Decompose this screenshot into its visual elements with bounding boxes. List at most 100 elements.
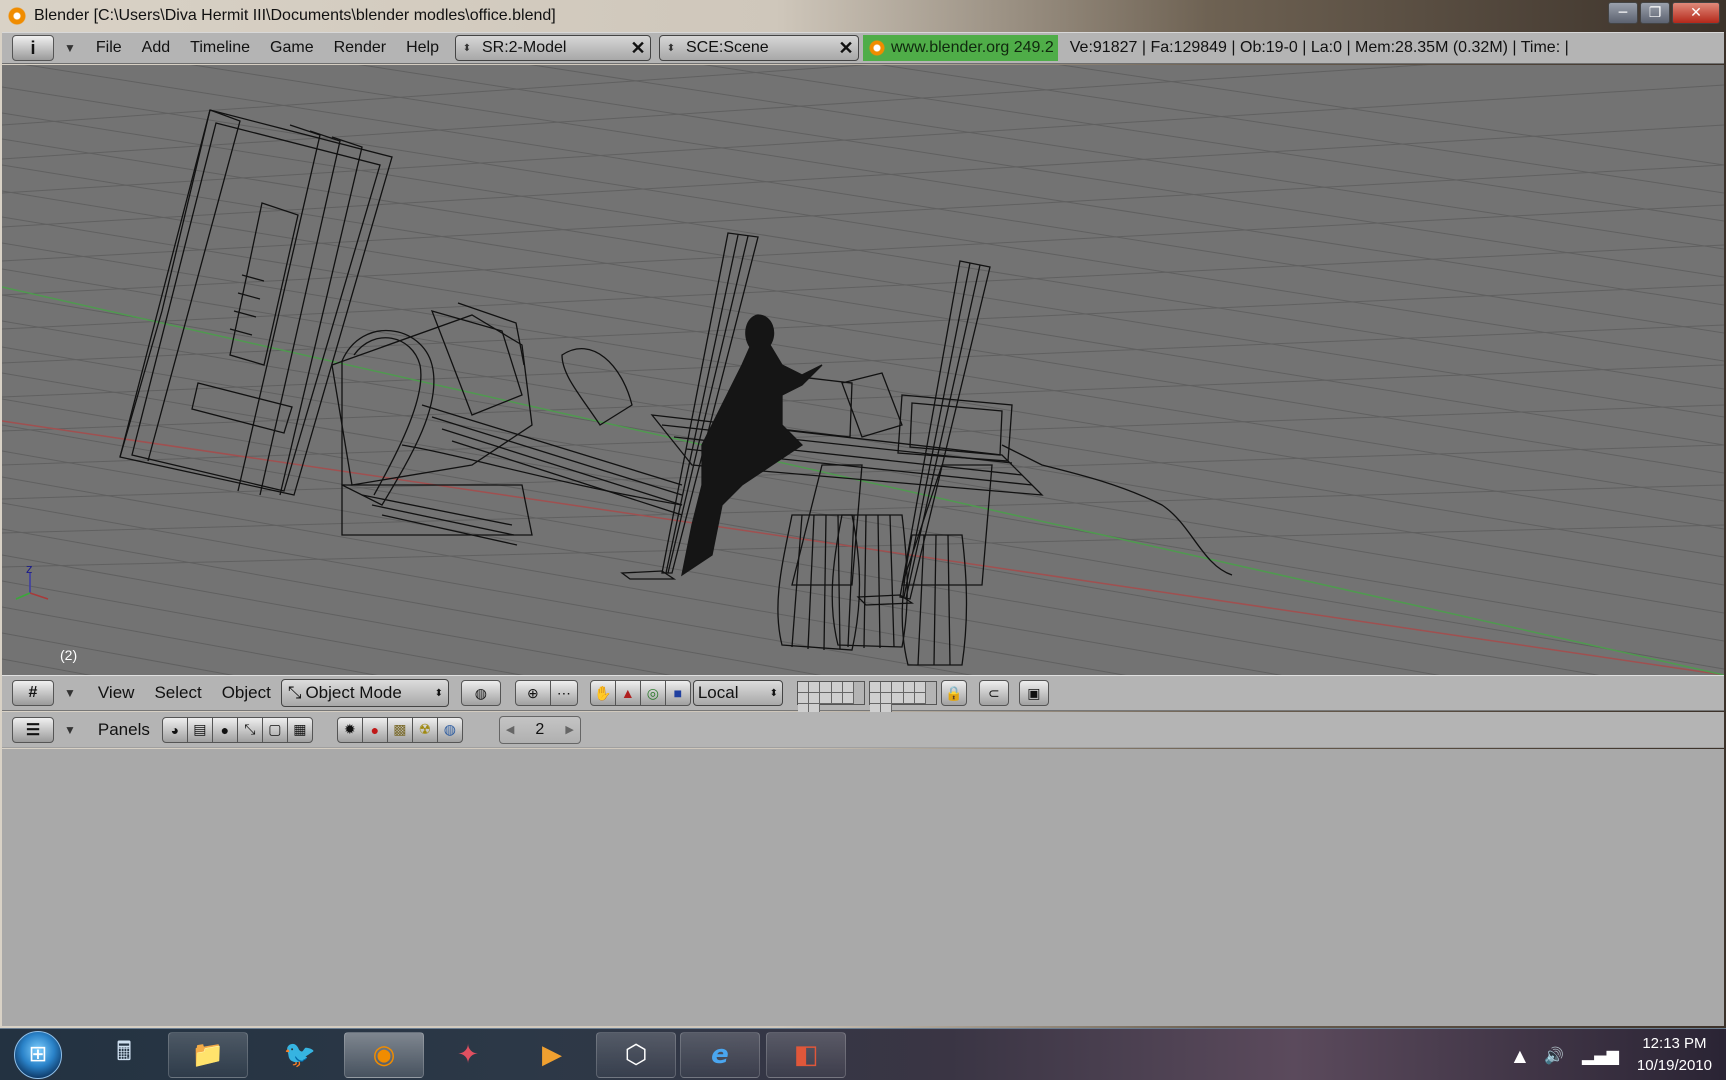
buttons-type-button[interactable]: ☰ [12, 716, 54, 743]
hand-icon: ✋ [594, 684, 612, 701]
delete-screen-button[interactable]: ✕ [626, 36, 650, 60]
radiosity-icon: ☢ [418, 721, 432, 737]
layer-buttons-2[interactable] [868, 681, 937, 715]
explorer-icon: 📁 [191, 1039, 225, 1070]
context-group: ◕ ▤ ● ⤡ ▢ ▦ [161, 716, 313, 743]
texture-button[interactable]: ▩ [386, 716, 413, 743]
start-button[interactable]: ⊞ [14, 1030, 62, 1079]
manipulator-toggle-button[interactable]: ✋ [589, 680, 616, 706]
script-icon: ▤ [193, 721, 207, 737]
taskbar-app-media-player[interactable]: ▶ [512, 1032, 592, 1078]
render-preview-button[interactable]: ▣ [1018, 680, 1049, 706]
taskbar-app-powerpoint[interactable]: ◧ [766, 1031, 846, 1078]
script-context-button[interactable]: ▤ [186, 716, 213, 743]
radiosity-button[interactable]: ☢ [411, 716, 438, 743]
blender-org-link[interactable]: www.blender.org 249.2 [862, 35, 1058, 61]
lamp-button[interactable]: ✹ [336, 716, 363, 743]
minimize-button[interactable]: ─ [1608, 2, 1638, 24]
scene-stats: Ve:91827 | Fa:129849 | Ob:19-0 | La:0 | … [1069, 39, 1569, 56]
logic-context-button[interactable]: ◕ [161, 716, 188, 743]
scene-context-button[interactable]: ▦ [286, 716, 313, 743]
collapse-triangle-icon[interactable]: ▼ [64, 723, 76, 737]
lock-layers-button[interactable]: 🔒 [940, 680, 967, 706]
grid-line [2, 658, 92, 675]
internet-explorer-icon: e [711, 1039, 729, 1070]
draw-type-selector[interactable]: ◍ [460, 680, 501, 706]
taskbar-app-blender[interactable]: ◉ [344, 1031, 424, 1078]
object-context-button[interactable]: ⤡ [236, 716, 263, 743]
scene-selector[interactable]: ⬍ SCE:Scene ✕ [658, 35, 859, 61]
logic-icon: ◕ [170, 721, 180, 738]
taskbar-app-explorer[interactable]: 📁 [168, 1031, 248, 1078]
frame-number-field[interactable]: ◀ 2 ▶ [498, 715, 581, 744]
editing-context-button[interactable]: ▢ [261, 716, 288, 743]
3d-view-header: # ▼ View Select Object ⤡ Object Mode ⬍ ◍… [2, 675, 1724, 715]
panels-label[interactable]: Panels [98, 720, 150, 740]
taskbar-app-bird[interactable]: 🐦 [260, 1032, 340, 1078]
layer-buttons-1[interactable] [796, 681, 865, 715]
proportional-edit-button[interactable]: ⊂ [978, 680, 1009, 706]
menu-timeline[interactable]: Timeline [190, 39, 250, 57]
world-button[interactable]: ◍ [436, 716, 463, 743]
snap-button[interactable]: ⋯ [549, 680, 578, 706]
updown-arrows-icon: ⬍ [462, 42, 472, 54]
mode-selector[interactable]: ⤡ Object Mode ⬍ [280, 679, 449, 707]
grid-line [24, 65, 1724, 334]
menu-add[interactable]: Add [142, 39, 170, 57]
x-axis-line [2, 420, 1724, 675]
bird-icon: 🐦 [283, 1039, 317, 1070]
menu-render[interactable]: Render [334, 39, 386, 57]
pivot-group: ⊕ ⋯ [514, 680, 578, 706]
buttons-panel-area [2, 749, 1724, 1026]
shading-context-button[interactable]: ● [211, 716, 238, 743]
network-signal-icon[interactable]: ▂▄▆ [1582, 1046, 1619, 1065]
close-button[interactable]: ✕ [1672, 2, 1720, 24]
lamp-icon: ✹ [344, 721, 356, 737]
maximize-button[interactable]: ❐ [1640, 2, 1670, 24]
grid-line [2, 364, 1724, 432]
updown-arrows-icon: ⬍ [666, 42, 676, 54]
buttons-window-header: ☰ ▼ Panels ◕ ▤ ● ⤡ ▢ ▦ ✹ ● ▩ ☢ ◍ ◀ 2 ▶ [2, 712, 1724, 748]
rotate-button[interactable]: ◎ [639, 680, 666, 706]
screen-selector[interactable]: ⬍ SR:2-Model ✕ [454, 35, 651, 61]
3d-viewport[interactable]: z (2) [2, 65, 1724, 675]
lock-icon: 🔒 [945, 684, 963, 701]
window-type-button[interactable]: i [12, 35, 54, 61]
scene-icon: ▦ [293, 721, 307, 737]
orientation-selector[interactable]: Local ⬍ [692, 680, 783, 706]
texture-icon: ▩ [393, 721, 407, 737]
increment-arrow-icon[interactable]: ▶ [565, 723, 573, 736]
info-header: i ▼ File Add Timeline Game Render Help ⬍… [2, 32, 1724, 64]
taskbar-app-calculator[interactable]: 🖩 [84, 1032, 164, 1078]
media-player-icon: ▶ [542, 1039, 562, 1070]
collapse-triangle-icon[interactable]: ▼ [64, 41, 76, 55]
scale-button[interactable]: ■ [664, 680, 691, 706]
view-type-button[interactable]: # [12, 680, 54, 706]
taskbar-app-internet-explorer[interactable]: e [680, 1031, 760, 1078]
taskbar-app-unity[interactable]: ⬡ [596, 1031, 676, 1078]
menu-select[interactable]: Select [154, 683, 201, 703]
menu-file[interactable]: File [96, 39, 122, 57]
clock-date: 10/19/2010 [1636, 1057, 1712, 1074]
menu-object[interactable]: Object [222, 683, 271, 703]
volume-icon[interactable]: 🔊 [1544, 1046, 1564, 1065]
magnet-icon: ⊂ [987, 684, 1000, 701]
taskbar-app-autodesk[interactable]: ✦ [428, 1032, 508, 1078]
menu-game[interactable]: Game [270, 39, 314, 57]
decrement-arrow-icon[interactable]: ◀ [506, 723, 514, 736]
system-clock[interactable]: 12:13 PM 10/19/2010 [1637, 1033, 1712, 1077]
object-icon: ⤡ [244, 721, 256, 737]
delete-scene-button[interactable]: ✕ [834, 36, 858, 60]
translate-button[interactable]: ▲ [614, 680, 641, 706]
menu-help[interactable]: Help [406, 39, 439, 57]
menu-view[interactable]: View [98, 683, 135, 703]
viewport-canvas[interactable]: z [2, 65, 1724, 675]
collapse-triangle-icon[interactable]: ▼ [64, 686, 76, 700]
grid-line [2, 372, 1724, 670]
subcontext-group: ✹ ● ▩ ☢ ◍ [336, 716, 463, 743]
material-button[interactable]: ● [361, 716, 388, 743]
grid-line [2, 65, 1430, 160]
blender-logo-icon [868, 40, 885, 56]
show-hidden-icons-icon[interactable]: ▲ [1514, 1046, 1526, 1065]
pivot-point-button[interactable]: ⊕ [514, 680, 551, 706]
